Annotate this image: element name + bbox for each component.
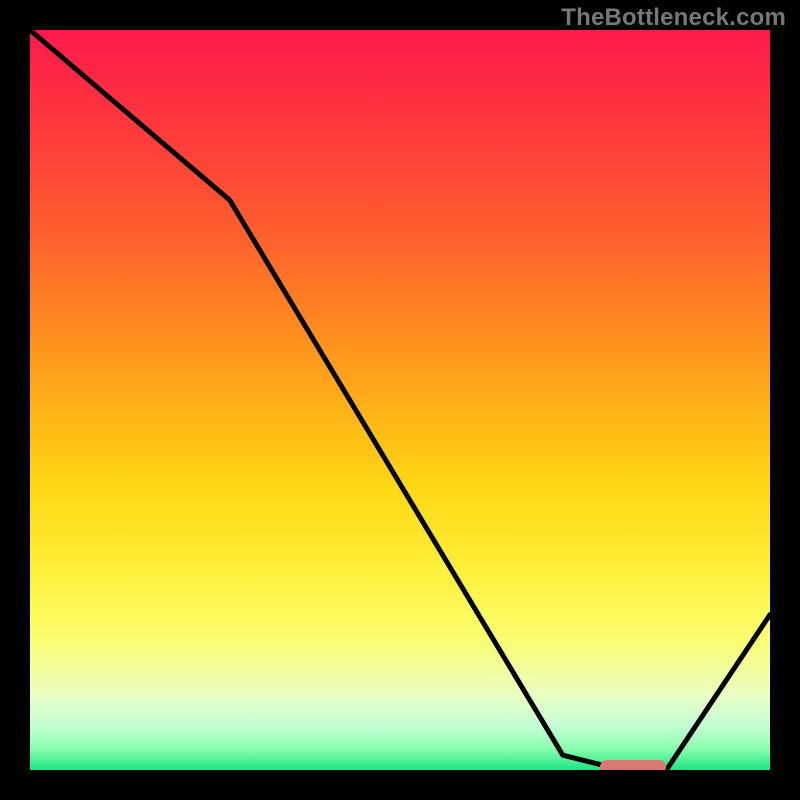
bottleneck-curve — [30, 30, 770, 770]
curve-layer — [30, 30, 770, 770]
chart-container: TheBottleneck.com — [0, 0, 800, 800]
sweet-spot-marker — [600, 760, 667, 770]
attribution-text: TheBottleneck.com — [561, 4, 786, 32]
plot-area — [30, 30, 770, 770]
